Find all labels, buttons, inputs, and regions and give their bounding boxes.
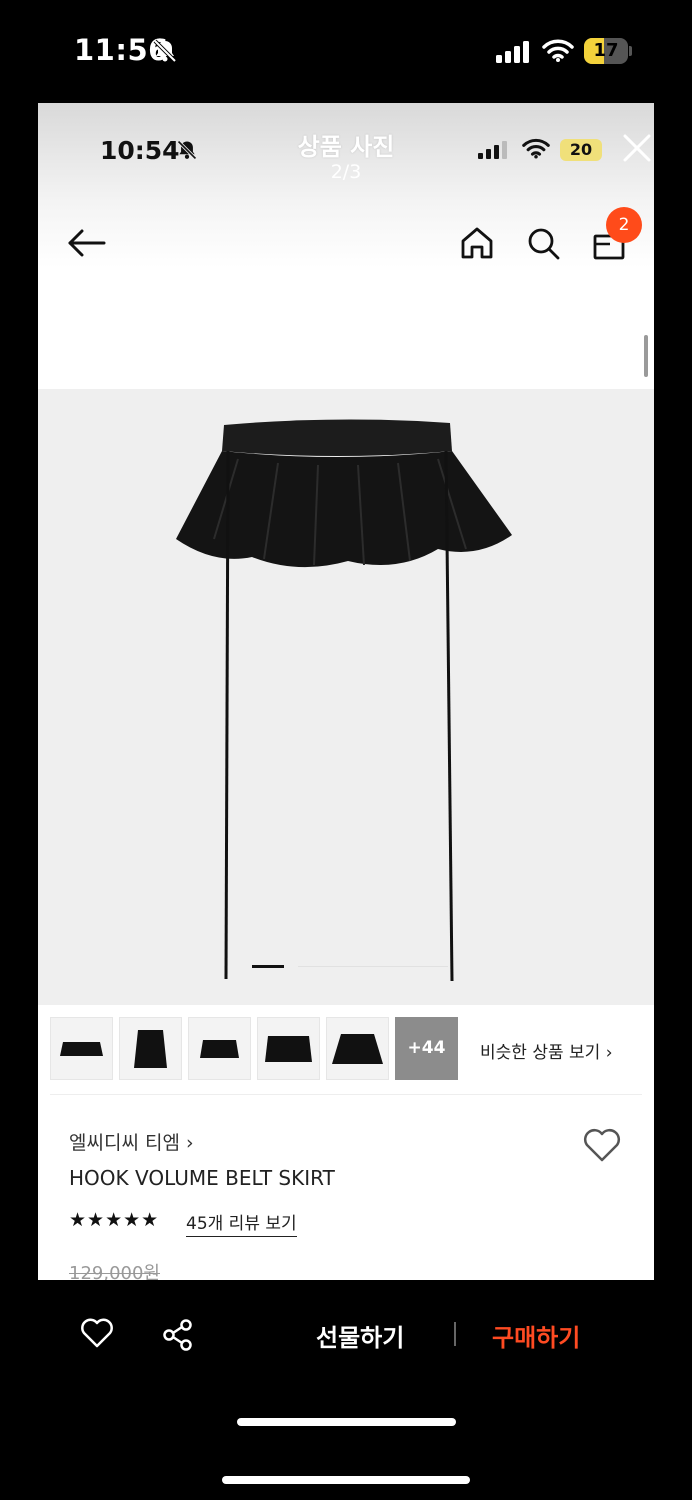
bell-slash-icon <box>177 140 197 160</box>
home-icon[interactable] <box>458 224 496 262</box>
brand-link[interactable]: 엘씨디씨 티엠 › <box>69 1128 194 1155</box>
battery-icon: 17 <box>584 38 632 64</box>
heart-icon[interactable] <box>582 1127 622 1163</box>
thumbnail[interactable] <box>50 1017 113 1080</box>
close-icon[interactable] <box>620 131 654 165</box>
outer-status-bar: 11:56 17 <box>0 0 692 100</box>
cart-count-badge: 2 <box>606 207 642 243</box>
image-pagination <box>252 965 452 968</box>
bottom-action-bar: 선물하기 구매하기 <box>0 1280 692 1500</box>
similar-products-link[interactable]: 비슷한 상품 보기 › <box>480 1038 613 1063</box>
wifi-icon <box>522 138 550 159</box>
thumbnail[interactable] <box>326 1017 389 1080</box>
product-screenshot: 10:54 상품 사진 2/3 20 2 +44 비슷한 상품 보기 › 엘씨디… <box>38 103 654 1280</box>
search-icon[interactable] <box>524 224 562 262</box>
skirt-illustration <box>176 419 512 982</box>
signal-icon <box>478 141 507 159</box>
home-indicator[interactable] <box>222 1476 470 1484</box>
signal-icon <box>496 41 529 63</box>
original-price: 129,000원 <box>69 1263 160 1280</box>
product-image[interactable] <box>38 389 654 1005</box>
back-arrow-icon[interactable] <box>66 225 108 261</box>
inner-time: 10:54 <box>100 136 180 165</box>
gift-button[interactable]: 선물하기 <box>316 1318 404 1353</box>
rating-stars: ★★★★★ <box>69 1209 160 1231</box>
viewer-page-counter: 2/3 <box>330 161 362 183</box>
share-icon[interactable] <box>161 1318 195 1352</box>
home-indicator[interactable] <box>237 1418 456 1426</box>
buy-button[interactable]: 구매하기 <box>492 1318 580 1353</box>
inner-battery-level: 20 <box>569 140 593 159</box>
outer-battery-level: 17 <box>593 40 619 61</box>
thumbnail[interactable] <box>257 1017 320 1080</box>
more-photos-thumbnail[interactable]: +44 <box>395 1017 458 1080</box>
thumbnail[interactable] <box>188 1017 251 1080</box>
scroll-indicator <box>644 335 648 377</box>
more-photos-count: +44 <box>407 1038 446 1058</box>
viewer-title: 상품 사진 <box>297 133 395 161</box>
divider <box>50 1094 642 1095</box>
battery-icon: 20 <box>560 139 602 161</box>
thumbnail[interactable] <box>119 1017 182 1080</box>
button-separator <box>454 1322 456 1346</box>
thumbnail-strip: +44 <box>50 1017 470 1081</box>
bell-slash-icon <box>153 39 177 63</box>
heart-icon[interactable] <box>80 1318 114 1348</box>
product-name: HOOK VOLUME BELT SKIRT <box>69 1166 335 1190</box>
wifi-icon <box>542 39 574 62</box>
review-link[interactable]: 45개 리뷰 보기 <box>186 1209 297 1237</box>
